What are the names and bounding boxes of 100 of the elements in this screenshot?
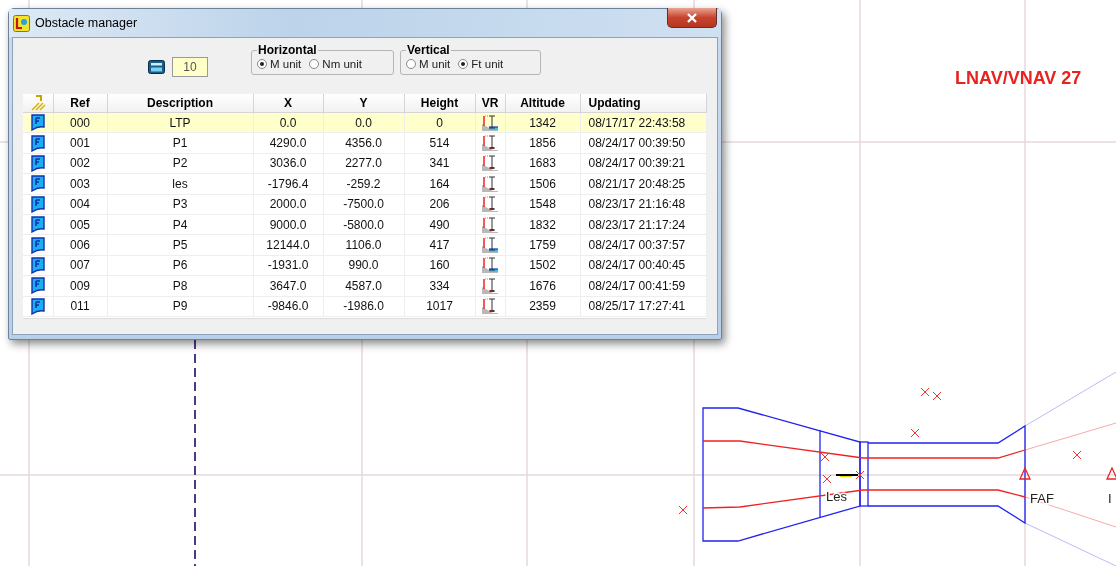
radio-button[interactable]: [309, 59, 320, 69]
radio-button[interactable]: [406, 59, 416, 69]
table-cell: -5800.0: [323, 214, 404, 235]
table-cell: 08/23/17 21:16:48: [580, 194, 706, 215]
obstacle-marker: [920, 387, 930, 397]
flag-icon: [30, 297, 45, 315]
obstacle-marker: [855, 470, 865, 480]
table-cell: 08/24/17 00:40:45: [580, 255, 706, 276]
table-cell: 1106.0: [323, 234, 404, 256]
table-cell: -9846.0: [253, 296, 323, 317]
table-cell: 002: [53, 153, 107, 174]
radio-label[interactable]: Ft unit: [471, 58, 504, 70]
vertical-ruler-icon: [481, 114, 499, 131]
table-cell: 011: [53, 296, 107, 317]
flag-icon: [30, 134, 45, 152]
flag-icon: [30, 114, 45, 132]
table-cell: -7500.0: [323, 194, 404, 215]
table-cell: 4290.0: [253, 132, 323, 154]
obstacle-marker: [1072, 450, 1082, 460]
table-cell: 3647.0: [253, 275, 323, 296]
table-cell: 514: [404, 132, 475, 154]
table-cell: 490: [404, 214, 475, 235]
table-cell: 2359: [505, 296, 580, 317]
table-cell: les: [107, 173, 253, 195]
table-cell: 08/24/17 00:39:21: [580, 153, 706, 174]
radio-label[interactable]: Nm unit: [322, 58, 362, 70]
window-title: Obstacle manager: [35, 16, 139, 30]
column-header[interactable]: X: [253, 94, 323, 113]
group-label: Horizontal: [257, 43, 318, 57]
close-button[interactable]: [667, 8, 717, 28]
table-cell: 341: [404, 153, 475, 174]
segment-line: [835, 474, 859, 477]
table-cell: 160: [404, 255, 475, 276]
table-cell: P1: [107, 132, 253, 154]
table-cell: -1931.0: [253, 255, 323, 276]
column-header[interactable]: Updating: [580, 94, 706, 113]
procedure-title: LNAV/VNAV 27: [955, 68, 1082, 88]
flag-icon: [30, 195, 45, 213]
table-cell: 3036.0: [253, 153, 323, 174]
table-cell: P5: [107, 234, 253, 256]
vertical-ruler-icon: [481, 175, 499, 192]
table-cell: 1017: [404, 296, 475, 317]
table-cell: 1502: [505, 255, 580, 276]
table-cell: 004: [53, 194, 107, 215]
table-cell: P4: [107, 214, 253, 235]
app-icon: [13, 14, 30, 32]
column-header[interactable]: Height: [404, 94, 475, 113]
table-cell: P8: [107, 275, 253, 296]
close-icon: [685, 12, 699, 23]
radio-label[interactable]: M unit: [419, 58, 451, 70]
table-cell: 1548: [505, 194, 580, 215]
flag-icon: [30, 154, 45, 172]
obstacle-marker: [820, 452, 830, 462]
vertical-ruler-icon: [481, 155, 499, 172]
table-cell: 005: [53, 214, 107, 235]
radio-label[interactable]: M unit: [270, 58, 302, 70]
table-cell: 990.0: [323, 255, 404, 276]
flag-icon: [30, 175, 45, 193]
table-cell: P6: [107, 255, 253, 276]
table-cell: 1856: [505, 132, 580, 154]
table-cell: -1986.0: [323, 296, 404, 317]
table-cell: 08/24/17 00:41:59: [580, 275, 706, 296]
obstacle-marker: [932, 391, 942, 401]
table-cell: P9: [107, 296, 253, 317]
table-cell: 9000.0: [253, 214, 323, 235]
column-header[interactable]: Altitude: [505, 94, 580, 113]
table-cell: 08/21/17 20:48:25: [580, 173, 706, 195]
obstacle-marker: [822, 474, 832, 484]
vertical-ruler-icon: [481, 196, 499, 213]
table-cell: P3: [107, 194, 253, 215]
flag-icon: [30, 216, 45, 234]
vertical-ruler-icon: [481, 135, 499, 152]
table-cell: 08/24/17 00:39:50: [580, 132, 706, 154]
radio-button[interactable]: [458, 59, 469, 69]
table-cell: 1676: [505, 275, 580, 296]
column-header[interactable]: Ref: [53, 94, 107, 113]
count-field[interactable]: 10: [172, 57, 208, 77]
flag-icon: [30, 256, 45, 274]
table-cell: 007: [53, 255, 107, 276]
flag-icon: [30, 277, 45, 295]
table-cell: -1796.4: [253, 173, 323, 195]
table-cell: 08/23/17 21:17:24: [580, 214, 706, 235]
column-header[interactable]: Description: [107, 94, 253, 113]
column-header[interactable]: VR: [475, 94, 505, 113]
waypoint-label: FAF: [1030, 491, 1054, 506]
calculator-icon: [148, 60, 165, 74]
radio-button[interactable]: [257, 59, 267, 69]
table-cell: 4356.0: [323, 132, 404, 154]
vertical-ruler-icon: [481, 277, 499, 294]
table-cell: 164: [404, 173, 475, 195]
table-cell: 08/24/17 00:37:57: [580, 234, 706, 256]
table-cell: 1759: [505, 234, 580, 256]
obstacle-marker: [910, 428, 920, 438]
table-cell: 206: [404, 194, 475, 215]
column-header[interactable]: Y: [323, 94, 404, 113]
table-cell: 1832: [505, 214, 580, 235]
vertical-ruler-icon: [481, 298, 499, 315]
table-cell: 006: [53, 234, 107, 256]
vertical-ruler-icon: [481, 257, 499, 274]
table-cell: 4587.0: [323, 275, 404, 296]
